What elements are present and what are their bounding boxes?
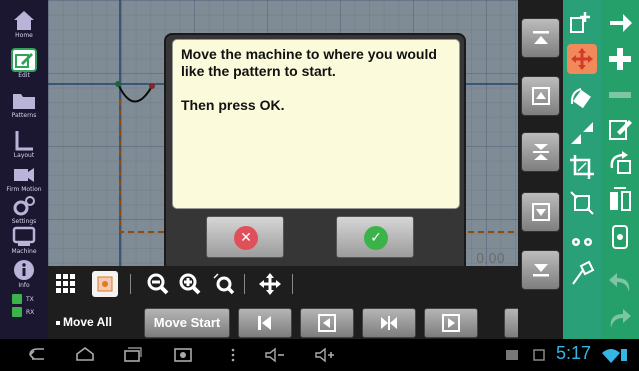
jump-bottom-button[interactable] xyxy=(521,250,560,290)
sidebar-item-label: Home xyxy=(15,32,33,39)
gallery-notification-icon xyxy=(502,345,524,365)
zoom-in-icon[interactable] xyxy=(178,272,204,298)
undo-icon[interactable] xyxy=(605,268,635,298)
battery-icon xyxy=(618,345,632,365)
crop-tool-icon[interactable] xyxy=(567,152,597,182)
check-icon: ✓ xyxy=(364,226,388,250)
save-edit-icon[interactable] xyxy=(605,114,635,144)
dialog-instruction-ok: Then press OK. xyxy=(181,97,285,113)
move-start-button[interactable]: Move Start xyxy=(144,308,230,338)
skip-to-start-button[interactable] xyxy=(238,308,292,338)
sidebar-item-label: Patterns xyxy=(11,112,37,119)
ok-button[interactable]: ✓ xyxy=(336,216,414,258)
recent-apps-icon[interactable] xyxy=(122,345,144,365)
center-vertical-button[interactable] xyxy=(521,132,560,172)
zoom-fit-icon[interactable] xyxy=(212,272,238,298)
sidebar-item-label: Edit xyxy=(18,72,30,79)
layout-icon xyxy=(11,128,37,152)
rx-indicator: RX xyxy=(12,307,46,319)
status-clock: 5:17 xyxy=(556,343,592,363)
dialog-message: Move the machine to where you would like… xyxy=(172,39,460,209)
radio-dot xyxy=(56,320,60,325)
step-back-button[interactable] xyxy=(300,308,354,338)
sidebar-item-info[interactable]: Info xyxy=(2,256,46,296)
rx-label: RX xyxy=(26,309,35,316)
info-icon xyxy=(11,258,37,282)
redo-icon[interactable] xyxy=(605,304,635,334)
left-sidebar: Home Edit Patterns Layout Firm Motion Se… xyxy=(0,0,48,339)
cancel-x-icon: ✕ xyxy=(234,226,258,250)
dialog-instruction: Move the machine to where you would like… xyxy=(181,46,437,79)
edit-tools-column xyxy=(563,0,601,339)
rotate-arrows-icon[interactable] xyxy=(605,148,635,178)
grid-icon[interactable] xyxy=(54,272,80,298)
mirror-tool-icon[interactable] xyxy=(567,118,597,148)
sidebar-item-label: Layout xyxy=(13,152,35,159)
sidebar-item-home[interactable]: Home xyxy=(2,6,46,46)
menu-dots-icon[interactable] xyxy=(222,345,244,365)
volume-down-icon[interactable] xyxy=(264,345,286,365)
zoom-out-icon[interactable] xyxy=(146,272,172,298)
tx-label: TX xyxy=(26,296,34,303)
pattern-nav-column xyxy=(518,0,563,339)
system-navigation-bar: 5:17 xyxy=(0,339,639,371)
move-tool-icon[interactable] xyxy=(567,44,597,74)
stitch-tool-icon[interactable] xyxy=(605,222,635,252)
machine-icon xyxy=(11,224,37,248)
move-machine-dialog: Move the machine to where you would like… xyxy=(164,33,466,273)
folder-icon xyxy=(11,88,37,112)
pan-icon[interactable] xyxy=(258,272,284,298)
tx-indicator: TX xyxy=(12,294,46,306)
quilt-pattern-icon[interactable] xyxy=(92,271,118,297)
sidebar-item-label: Machine xyxy=(11,248,37,255)
coordinate-readout: 0.00 xyxy=(476,252,505,266)
step-up-button[interactable] xyxy=(521,76,560,116)
node-tool-icon[interactable] xyxy=(567,226,597,256)
bottom-toolbar: Move All Move Start xyxy=(48,266,518,339)
device-notification-icon xyxy=(528,345,550,365)
toolbar-divider xyxy=(244,274,245,294)
jump-top-button[interactable] xyxy=(521,18,560,58)
add-point-icon[interactable] xyxy=(567,8,597,38)
sidebar-item-edit[interactable]: Edit xyxy=(2,46,46,86)
move-all-label: Move All xyxy=(63,315,112,329)
cancel-button[interactable]: ✕ xyxy=(206,216,284,258)
sidebar-item-patterns[interactable]: Patterns xyxy=(2,86,46,126)
camera-icon xyxy=(11,162,37,186)
pin-tool-icon[interactable] xyxy=(567,258,597,288)
minus-icon[interactable] xyxy=(605,80,635,110)
volume-up-icon[interactable] xyxy=(314,345,336,365)
flip-icon[interactable] xyxy=(605,186,635,216)
rx-led xyxy=(12,307,22,317)
arrow-right-icon[interactable] xyxy=(605,8,635,38)
edit-icon xyxy=(11,48,37,72)
home-nav-icon[interactable] xyxy=(74,345,96,365)
tx-led xyxy=(12,294,22,304)
action-column xyxy=(601,0,639,339)
toolbar-divider xyxy=(292,274,293,294)
align-tool-icon[interactable] xyxy=(567,188,597,218)
toolbar-divider xyxy=(130,274,131,294)
move-all-option[interactable]: Move All xyxy=(56,315,112,329)
gears-icon xyxy=(11,194,37,218)
step-down-button[interactable] xyxy=(521,192,560,232)
screenshot-icon[interactable] xyxy=(172,345,194,365)
rotate-tool-icon[interactable] xyxy=(567,84,597,114)
back-icon[interactable] xyxy=(26,345,48,365)
home-icon xyxy=(11,8,37,32)
step-forward-button[interactable] xyxy=(424,308,478,338)
skip-middle-button[interactable] xyxy=(362,308,416,338)
sidebar-item-label: Info xyxy=(18,282,30,289)
plus-icon[interactable] xyxy=(605,44,635,74)
